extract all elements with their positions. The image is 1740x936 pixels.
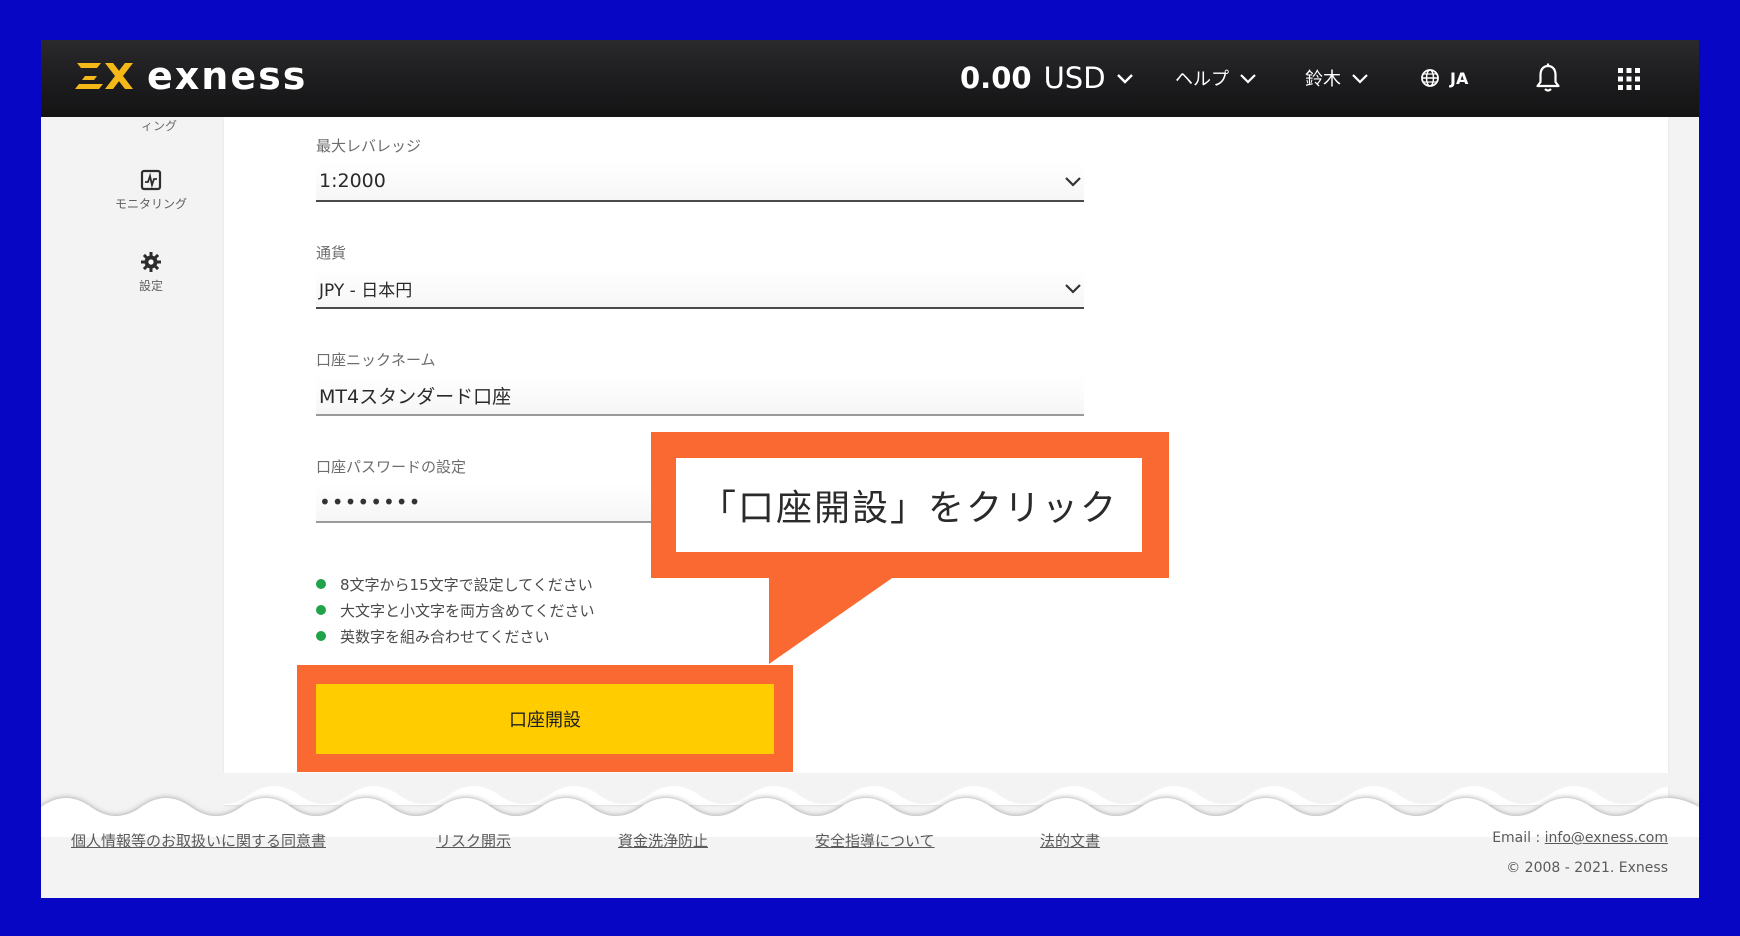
password-rule: 大文字と小文字を両方含めてください	[316, 597, 595, 623]
check-dot-icon	[316, 605, 326, 615]
email-link[interactable]: info@exness.com	[1545, 830, 1668, 846]
currency-field: 通貨 JPY - 日本円	[316, 242, 1084, 309]
footer-link-legal-documents[interactable]: 法的文書	[1040, 830, 1100, 851]
rule-text: 8文字から15文字で設定してください	[340, 575, 593, 594]
torn-edge-divider	[41, 773, 1699, 837]
footer-link-aml[interactable]: 資金洗浄防止	[618, 830, 708, 851]
callout-pointer	[769, 576, 895, 664]
user-name: 鈴木	[1305, 69, 1341, 90]
footer-copyright: © 2008 - 2021. Exness	[1506, 860, 1668, 876]
footer-link-risk-disclosure[interactable]: リスク開示	[436, 830, 511, 851]
leverage-label: 最大レバレッジ	[316, 137, 422, 155]
callout-text: 「口座開設」をクリック	[676, 458, 1142, 552]
bell-icon[interactable]	[1534, 62, 1562, 94]
sidebar-item-label: モニタリング	[114, 197, 187, 211]
leverage-select[interactable]: 1:2000	[316, 162, 1084, 202]
check-dot-icon	[316, 579, 326, 589]
currency-select[interactable]: JPY - 日本円	[316, 269, 1084, 309]
footer-email: Email : info@exness.com	[1492, 830, 1668, 846]
nickname-label: 口座ニックネーム	[316, 351, 436, 369]
user-menu[interactable]: 鈴木	[1305, 56, 1369, 100]
chevron-down-icon	[1065, 177, 1081, 187]
currency-label: 通貨	[316, 244, 347, 262]
language-label: JA	[1450, 68, 1469, 88]
password-rule: 英数字を組み合わせてください	[316, 623, 595, 649]
footer-link-security-guidance[interactable]: 安全指導について	[815, 830, 935, 851]
email-label: Email :	[1492, 830, 1545, 846]
exness-logo-icon	[75, 63, 133, 89]
balance-currency: USD	[1043, 61, 1106, 95]
sidebar-item-monitoring[interactable]: モニタリング	[91, 169, 211, 212]
nickname-field: 口座ニックネーム MT4スタンダード口座	[316, 349, 1084, 416]
check-dot-icon	[316, 631, 326, 641]
chevron-down-icon	[1065, 284, 1081, 294]
password-rule: 8文字から15文字で設定してください	[316, 571, 595, 597]
nickname-input[interactable]: MT4スタンダード口座	[316, 376, 1084, 416]
globe-icon	[1421, 69, 1439, 87]
open-account-button[interactable]: 口座開設	[316, 684, 774, 754]
balance-amount: 0.00	[960, 61, 1032, 95]
leverage-value: 1:2000	[319, 170, 386, 192]
app-window: exness 0.00 USD ヘルプ 鈴木 JA ィング モニタリング 設定 …	[41, 40, 1699, 898]
top-navigation-bar: exness 0.00 USD ヘルプ 鈴木 JA	[41, 40, 1699, 117]
gear-icon	[141, 252, 161, 272]
footer: 個人情報等のお取扱いに関する同意書 リスク開示 資金洗浄防止 安全指導について …	[41, 830, 1699, 876]
exness-logo[interactable]: exness	[71, 54, 307, 98]
submit-highlight-box: 口座開設	[297, 665, 793, 772]
leverage-field: 最大レバレッジ 1:2000	[316, 135, 1084, 202]
password-rules: 8文字から15文字で設定してください 大文字と小文字を両方含めてください 英数字…	[316, 571, 595, 649]
monitoring-chart-icon	[140, 169, 162, 191]
help-label: ヘルプ	[1175, 69, 1229, 90]
currency-value: JPY - 日本円	[319, 280, 413, 301]
sidebar-item-label: 設定	[138, 279, 163, 293]
sidebar-item-trading-cut[interactable]: ィング	[99, 117, 219, 134]
rule-text: 大文字と小文字を両方含めてください	[340, 601, 595, 620]
chevron-down-icon	[1352, 74, 1368, 84]
instruction-callout: 「口座開設」をクリック	[651, 432, 1169, 578]
nickname-value: MT4スタンダード口座	[319, 385, 512, 408]
logo-text: exness	[147, 54, 308, 98]
balance-dropdown[interactable]: 0.00 USD	[960, 56, 1134, 100]
language-selector[interactable]: JA	[1420, 56, 1468, 100]
chevron-down-icon	[1240, 74, 1256, 84]
rule-text: 英数字を組み合わせてください	[340, 627, 550, 646]
password-value: ••••••••	[319, 490, 422, 514]
sidebar-item-settings[interactable]: 設定	[91, 251, 211, 294]
apps-grid-icon[interactable]	[1617, 67, 1641, 91]
footer-link-privacy-consent[interactable]: 個人情報等のお取扱いに関する同意書	[71, 830, 326, 851]
help-menu[interactable]: ヘルプ	[1175, 56, 1257, 100]
chevron-down-icon	[1116, 74, 1133, 84]
